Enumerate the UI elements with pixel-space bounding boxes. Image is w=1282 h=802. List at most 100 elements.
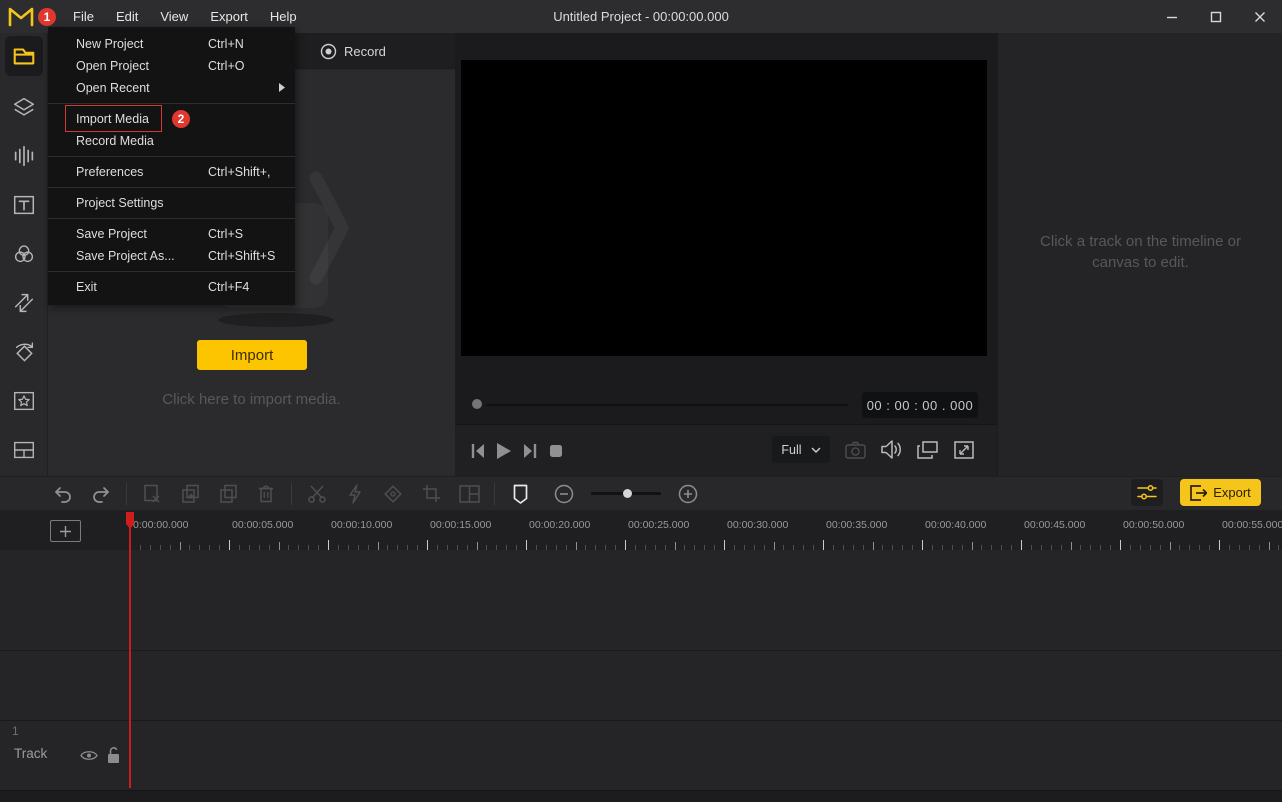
menu-item-new-project[interactable]: New Project Ctrl+N [48,33,295,55]
ruler-tick [971,542,973,550]
menu-item-open-recent[interactable]: Open Recent [48,77,295,99]
ruler-time-label: 00:00:55.000 [1222,519,1282,531]
menu-item-save-project[interactable]: Save Project Ctrl+S [48,223,295,245]
timeline-zoom-slider[interactable] [591,489,661,498]
sidebar-item-motion[interactable] [0,327,48,376]
file-menu-dropdown: New Project Ctrl+N Open Project Ctrl+O Ope… [48,27,295,305]
timeline-zoom-in-button[interactable] [669,477,707,511]
delete-button[interactable] [247,477,285,511]
stop-button[interactable] [543,438,569,464]
crop-button[interactable] [412,477,450,511]
play-button[interactable] [491,438,517,464]
ruler-tick [179,542,181,550]
sidebar-item-effects[interactable] [0,376,48,425]
step-badge-2: 2 [172,110,190,128]
ruler-tick [674,542,676,550]
layers-icon [13,97,35,116]
menu-item-import-media[interactable]: Import Media 2 [48,105,295,132]
split-screen-tool-icon [458,484,480,503]
undo-button[interactable] [44,477,82,511]
seek-track[interactable] [486,404,848,406]
export-button[interactable]: Export [1180,479,1261,506]
audio-waveform-icon [14,145,34,166]
menu-item-exit[interactable]: Exit Ctrl+F4 [48,276,295,298]
track-lock-toggle[interactable] [107,746,120,769]
timeline-tracks[interactable]: 1 Track [0,550,1282,802]
sidebar-item-transitions[interactable] [0,278,48,327]
seek-handle[interactable] [472,399,482,409]
export-icon [1190,484,1208,501]
split-screen-icon [14,441,34,458]
keyframe-button[interactable] [374,477,412,511]
menu-item-project-settings[interactable]: Project Settings [48,192,295,214]
duplicate-icon [219,484,237,503]
import-hint[interactable]: Click here to import media. [48,391,455,408]
ruler-time-label: 00:00:15.000 [430,519,492,531]
ruler-tick [1021,540,1022,550]
sidebar-item-audio[interactable] [0,131,48,180]
ruler-tick [377,542,379,550]
menu-separator [48,156,295,157]
timeline-scrollbar-area[interactable] [0,790,1282,802]
snapshot-button[interactable] [842,436,869,463]
maximize-button[interactable] [1194,0,1238,33]
app-window: 1 File Edit View Export Help Untitled Pr… [0,0,1282,802]
redo-button[interactable] [82,477,120,511]
menu-item-preferences[interactable]: Preferences Ctrl+Shift+, [48,161,295,183]
menu-item-record-media[interactable]: Record Media [48,130,295,152]
step-badge-1: 1 [38,7,56,26]
track-visibility-toggle[interactable] [80,749,98,767]
ruler-tick [1268,542,1270,550]
toolbar-separator [494,482,495,505]
sidebar-item-media[interactable] [5,36,43,76]
ruler-tick [427,540,428,550]
ruler-time-label: 00:00:45.000 [1024,519,1086,531]
ruler-tick [526,540,527,550]
sidebar-item-elements[interactable] [0,82,48,131]
zoom-out-icon [554,484,574,503]
sidebar-item-split-screen[interactable] [0,425,48,474]
ruler-tick [328,540,329,550]
plus-icon [60,525,71,537]
adjust-settings-button[interactable] [1131,479,1163,506]
lock-open-icon [108,747,119,763]
track-name: Track [14,746,48,761]
previous-frame-button[interactable] [465,438,491,464]
mute-button[interactable] [878,436,905,463]
record-button[interactable]: Record [320,33,386,70]
toolbar-separator [126,482,127,505]
minimize-button[interactable] [1150,0,1194,33]
sidebar-item-text[interactable] [0,180,48,229]
preview-zoom-select[interactable]: Full [772,436,830,463]
marker-button[interactable] [501,477,539,511]
timeline-zoom-knob[interactable] [623,489,632,498]
split-button[interactable] [298,477,336,511]
ruler-time-label: 00:00:25.000 [628,519,690,531]
undo-icon [55,486,71,503]
adjust-sliders-icon [1137,485,1157,500]
menu-item-save-project-as[interactable]: Save Project As... Ctrl+Shift+S [48,245,295,267]
ruler-tick [922,540,923,550]
preview-canvas[interactable] [461,60,987,356]
ruler-time-label: 00:00:50.000 [1123,519,1185,531]
menu-item-open-project[interactable]: Open Project Ctrl+O [48,55,295,77]
copy-icon [181,484,199,503]
copy-button[interactable] [171,477,209,511]
import-button[interactable]: Import [197,340,307,370]
cut-clip-button[interactable] [133,477,171,511]
add-track-button[interactable] [50,520,81,542]
next-frame-button[interactable] [517,438,543,464]
close-button[interactable] [1238,0,1282,33]
dual-screen-button[interactable] [914,436,941,463]
split-screen-tool-button[interactable] [450,477,488,511]
timeline-ruler[interactable]: 0:00:00.000 00:00:05.000 00:00:10.000 00:00… [0,510,1282,550]
duplicate-button[interactable] [209,477,247,511]
fullscreen-button[interactable] [950,436,977,463]
toolbar-separator [291,482,292,505]
stop-icon [550,444,562,457]
record-icon [320,43,337,60]
quick-split-button[interactable] [336,477,374,511]
ruler-tick [278,542,280,550]
timeline-zoom-out-button[interactable] [545,477,583,511]
sidebar-item-filters[interactable] [0,229,48,278]
